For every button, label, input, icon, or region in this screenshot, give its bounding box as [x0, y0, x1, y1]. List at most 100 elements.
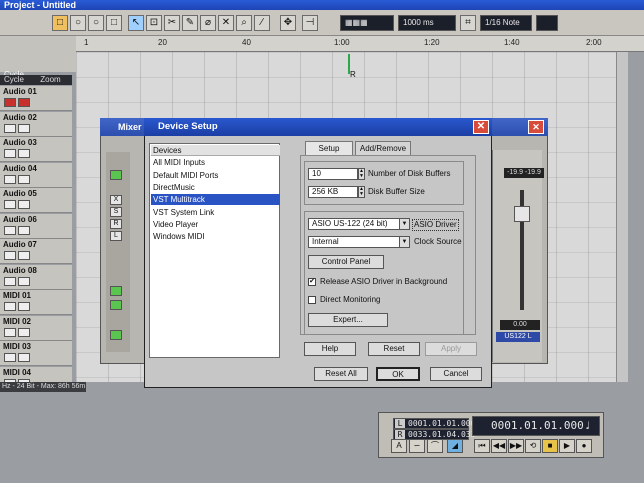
rewind-start-icon[interactable]: ⏮	[474, 439, 490, 453]
draw-tool-icon[interactable]: ⌀	[200, 15, 216, 31]
snap-icon[interactable]: ⊣	[302, 15, 318, 31]
track-mute-icon[interactable]	[4, 251, 16, 260]
track-mute-icon[interactable]	[4, 225, 16, 235]
device-list-item[interactable]: Default MIDI Ports	[151, 170, 280, 181]
device-list-item[interactable]: Video Player	[151, 219, 280, 230]
tab-setup[interactable]: Setup	[305, 141, 353, 155]
device-list-item[interactable]: VST System Link	[151, 207, 280, 218]
track-row[interactable]: Audio 02	[0, 111, 72, 137]
mixer-button-s[interactable]: S	[110, 207, 122, 217]
track-monitor-icon[interactable]	[18, 302, 30, 311]
zoom-value-field[interactable]: 1000 ms	[398, 15, 456, 31]
vertical-scrollbar[interactable]	[616, 52, 628, 382]
track-mute-icon[interactable]	[4, 149, 16, 158]
mixer-insert-icon[interactable]	[110, 286, 122, 296]
time-ruler[interactable]: 1 20 40 1:00 1:20 1:40 2:00	[76, 36, 644, 52]
disk-buffers-spinner-icon[interactable]: ▲ ▼	[358, 168, 365, 180]
quantize-field[interactable]: 1/16 Note	[480, 15, 532, 31]
mixer-button-l[interactable]: L	[110, 231, 122, 241]
track-monitor-icon[interactable]	[18, 200, 30, 209]
stop-transport-icon[interactable]: ■	[542, 439, 558, 453]
apply-button[interactable]: Apply	[425, 342, 477, 356]
glue-tool-icon[interactable]: ✎	[182, 15, 198, 31]
color-field[interactable]	[536, 15, 558, 31]
track-mute-icon[interactable]	[4, 98, 16, 107]
disk-buffer-size-input[interactable]: 256 KB	[308, 186, 358, 198]
mixer-send-icon[interactable]	[110, 330, 122, 340]
track-row[interactable]: Audio 05	[0, 188, 72, 213]
arrow-tool-icon[interactable]: ↖	[128, 15, 144, 31]
cycle-transport-icon[interactable]: ⟲	[525, 439, 541, 453]
track-monitor-icon[interactable]	[18, 251, 30, 260]
device-list-item[interactable]: Windows MIDI	[151, 231, 280, 242]
tab-add-remove[interactable]: Add/Remove	[355, 141, 411, 155]
track-monitor-icon[interactable]	[18, 353, 30, 362]
rewind-icon[interactable]: ◀◀	[491, 439, 507, 453]
cancel-button[interactable]: Cancel	[430, 367, 482, 381]
track-mute-icon[interactable]	[4, 276, 16, 286]
release-asio-checkbox[interactable]: ✔	[308, 278, 316, 286]
control-panel-button[interactable]: Control Panel	[308, 255, 384, 269]
device-list-item[interactable]: DirectMusic	[151, 182, 280, 193]
mixer-eq-icon[interactable]	[110, 300, 122, 310]
reset-button[interactable]: Reset	[368, 342, 420, 356]
erase-tool-icon[interactable]: ✕	[218, 15, 234, 31]
cycle-icon[interactable]: ○	[88, 15, 104, 31]
record-icon[interactable]: ○	[70, 15, 86, 31]
track-monitor-icon[interactable]	[18, 174, 30, 184]
punch-icon[interactable]: □	[106, 15, 122, 31]
loop-icon[interactable]: ∽	[409, 439, 425, 453]
forward-icon[interactable]: ▶▶	[508, 439, 524, 453]
track-monitor-icon[interactable]	[18, 149, 30, 158]
zoom-tool-icon[interactable]: ⌕	[236, 15, 252, 31]
track-mute-icon[interactable]	[4, 200, 16, 209]
quantize-icon[interactable]: ⌗	[460, 15, 476, 31]
punch-in-icon[interactable]: ⌒	[427, 439, 443, 453]
split-tool-icon[interactable]: ✂	[164, 15, 180, 31]
track-mute-icon[interactable]	[4, 353, 16, 362]
disk-buffers-input[interactable]: 10	[308, 168, 358, 180]
range-tool-icon[interactable]: ⊡	[146, 15, 162, 31]
track-monitor-icon[interactable]	[18, 327, 30, 337]
automation-icon[interactable]: A	[391, 439, 407, 453]
track-row[interactable]: Audio 01	[0, 86, 72, 111]
track-row[interactable]: Audio 07	[0, 239, 72, 264]
position-display[interactable]: 0001.01.01.000 ♩	[472, 416, 600, 436]
mixer-green-icon[interactable]	[110, 170, 122, 180]
device-list-item[interactable]: VST Multitrack	[151, 194, 280, 206]
clock-source-select[interactable]: Internal ▼	[308, 236, 410, 248]
ok-button[interactable]: OK	[376, 367, 420, 381]
help-button[interactable]: Help	[304, 342, 356, 356]
track-row[interactable]: MIDI 03	[0, 341, 72, 366]
fader-handle[interactable]	[514, 206, 530, 222]
asio-driver-select[interactable]: ASIO US-122 (24 bit) ▼	[308, 218, 410, 230]
track-mute-icon[interactable]	[4, 327, 16, 337]
stop-icon[interactable]: □	[52, 15, 68, 31]
track-monitor-icon[interactable]	[18, 225, 30, 235]
direct-monitoring-checkbox[interactable]	[308, 296, 316, 304]
track-mute-icon[interactable]	[4, 123, 16, 133]
line-tool-icon[interactable]: ∕	[254, 15, 270, 31]
track-row[interactable]: Audio 08	[0, 264, 72, 290]
track-mute-icon[interactable]	[4, 174, 16, 184]
record-transport-icon[interactable]: ●	[576, 439, 592, 453]
expert-button[interactable]: Expert...	[308, 313, 388, 327]
disk-buffer-size-spinner-icon[interactable]: ▲ ▼	[358, 186, 365, 198]
track-row[interactable]: MIDI 01	[0, 290, 72, 315]
mixer-button-x[interactable]: X	[110, 195, 122, 205]
play-icon[interactable]: ▶	[559, 439, 575, 453]
track-monitor-icon[interactable]	[18, 276, 30, 286]
mixer-button-r[interactable]: R	[110, 219, 122, 229]
track-row[interactable]: Audio 04	[0, 162, 72, 188]
track-monitor-icon[interactable]	[18, 98, 30, 107]
left-locator-display[interactable]: L 0001.01.01.000	[393, 418, 475, 429]
sync-icon[interactable]: ◢	[447, 439, 463, 453]
track-row[interactable]: Audio 03	[0, 137, 72, 162]
reset-all-button[interactable]: Reset All	[314, 367, 368, 381]
grid-type-field[interactable]: ▦▦▦	[340, 15, 394, 31]
track-row[interactable]: Audio 06	[0, 213, 72, 239]
track-mute-icon[interactable]	[4, 302, 16, 311]
mixer-close-icon[interactable]: ✕	[528, 120, 544, 134]
device-list-item[interactable]: All MIDI Inputs	[151, 157, 280, 168]
dialog-close-icon[interactable]: ✕	[473, 120, 489, 134]
